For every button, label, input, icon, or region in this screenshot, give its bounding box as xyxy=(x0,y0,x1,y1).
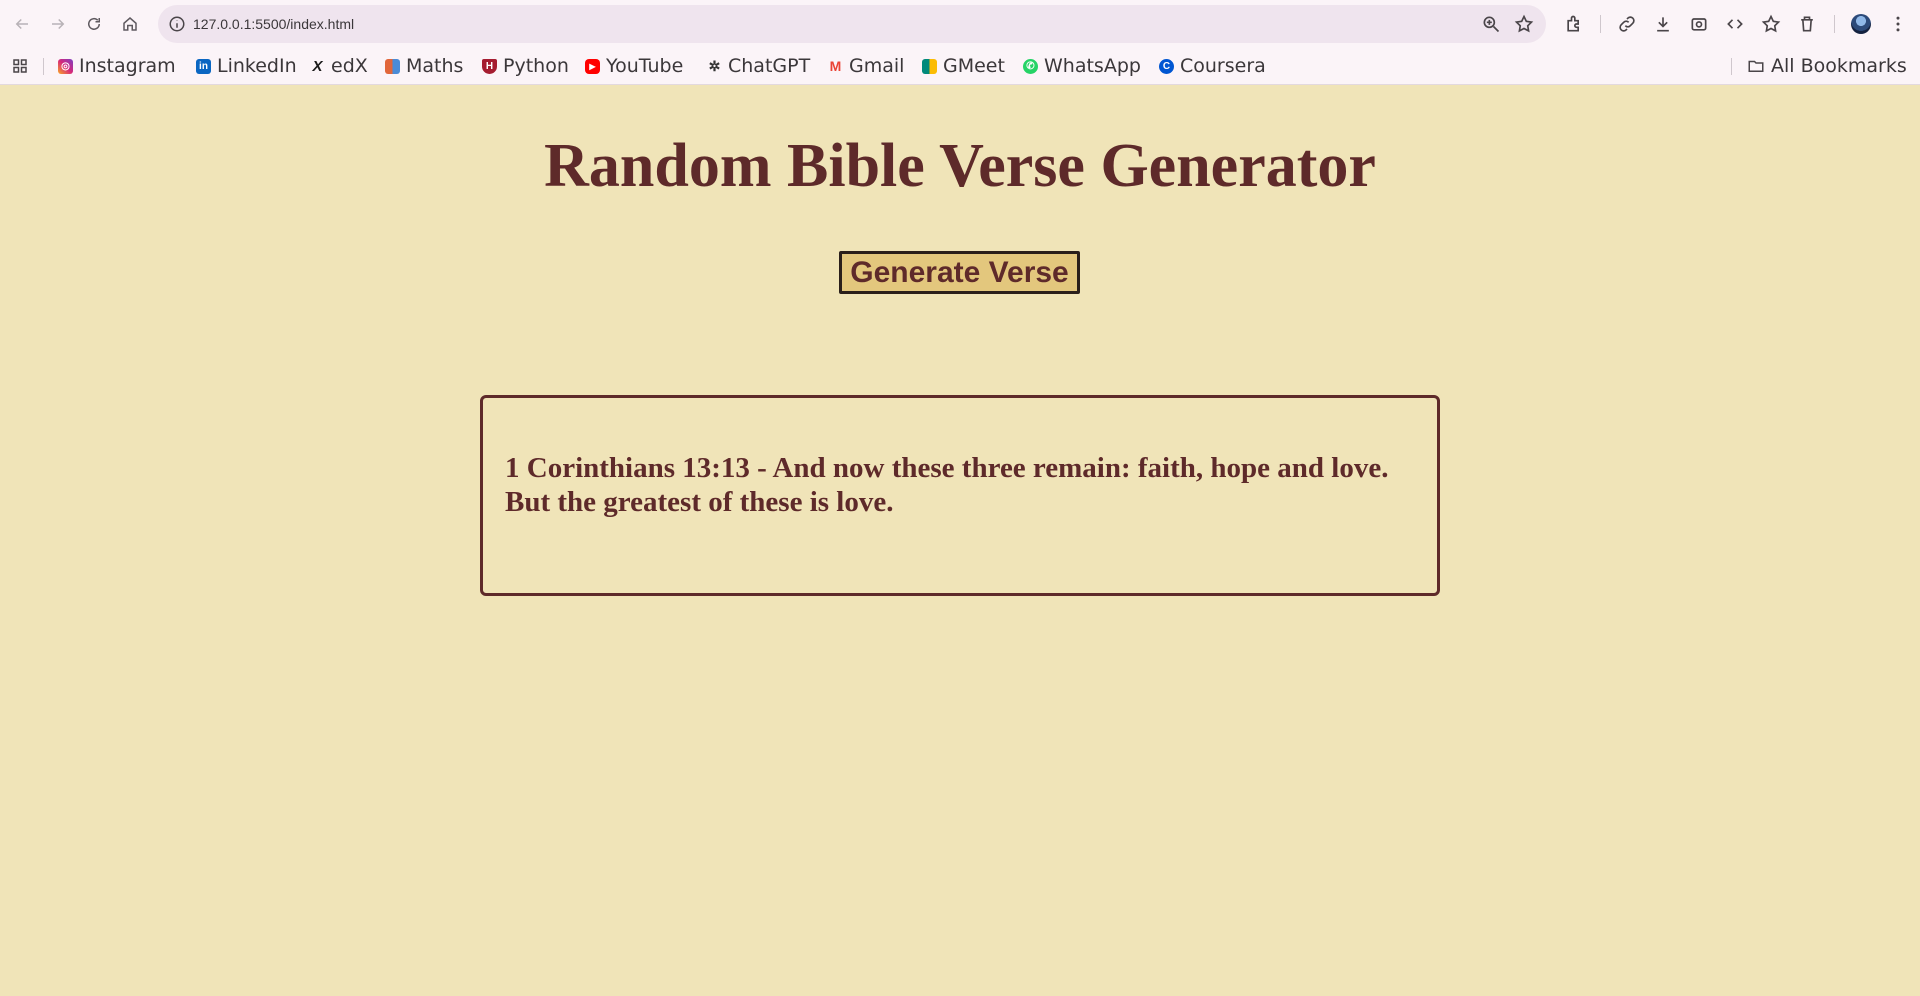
url-text[interactable]: 127.0.0.1:5500/index.html xyxy=(193,5,354,43)
bookmark-instagram[interactable]: ◎ Instagram xyxy=(58,48,176,84)
bookmark-coursera[interactable]: C Coursera xyxy=(1159,48,1266,84)
bookmark-youtube[interactable]: ▶ YouTube xyxy=(585,48,683,84)
bookmark-label: GMeet xyxy=(943,55,1005,77)
linkedin-icon: in xyxy=(196,58,211,74)
arrow-right-icon xyxy=(52,18,65,30)
home-icon xyxy=(123,17,137,31)
folder-icon xyxy=(1748,60,1764,72)
bookmark-label: LinkedIn xyxy=(217,55,297,77)
profile-avatar[interactable] xyxy=(1851,14,1871,34)
apps-grid-icon[interactable] xyxy=(11,57,29,75)
gmail-icon: M xyxy=(829,58,842,74)
bookmark-label: edX xyxy=(331,55,368,77)
bookmark-linkedin[interactable]: in LinkedIn xyxy=(196,48,297,84)
forward-button[interactable] xyxy=(40,6,76,42)
bookmark-edx[interactable]: X edX xyxy=(310,48,368,84)
bookmark-label: ChatGPT xyxy=(728,55,811,77)
screenshot-icon[interactable] xyxy=(1689,14,1709,34)
whatsapp-icon: ✆ xyxy=(1023,58,1038,74)
menu-icon[interactable] xyxy=(1888,14,1908,34)
bookmark-label: WhatsApp xyxy=(1044,55,1141,77)
extensions-icon[interactable] xyxy=(1564,14,1584,34)
generate-verse-button[interactable]: Generate Verse xyxy=(839,251,1080,294)
reload-button[interactable] xyxy=(76,6,112,42)
bookmark-label: YouTube xyxy=(606,55,684,77)
bookmark-gmail[interactable]: M Gmail xyxy=(828,48,905,84)
youtube-icon: ▶ xyxy=(585,58,600,74)
bookmark-python[interactable]: H Python xyxy=(482,48,569,84)
bookmark-label: Coursera xyxy=(1180,55,1266,77)
bookmark-label: Instagram xyxy=(79,55,176,77)
gmeet-icon xyxy=(922,58,937,74)
bookmark-star-icon[interactable] xyxy=(1514,14,1534,34)
all-bookmarks-label: All Bookmarks xyxy=(1771,55,1907,77)
page-content: Random Bible Verse Generator Generate Ve… xyxy=(0,86,1920,996)
bookmarks-bar: ◎ Instagram in LinkedIn X edX Maths H Py… xyxy=(0,48,1920,85)
maths-icon xyxy=(385,58,400,74)
code-icon[interactable] xyxy=(1725,14,1745,34)
coursera-icon: C xyxy=(1159,58,1174,74)
edx-icon: X xyxy=(312,57,323,75)
arrow-left-icon xyxy=(15,18,28,30)
trash-icon[interactable] xyxy=(1797,14,1817,34)
home-button[interactable] xyxy=(112,6,148,42)
instagram-icon: ◎ xyxy=(58,58,73,74)
chatgpt-icon: ✲ xyxy=(708,57,721,74)
link-icon[interactable] xyxy=(1617,14,1637,34)
favorites-icon[interactable] xyxy=(1761,14,1781,34)
site-info-icon[interactable] xyxy=(168,15,186,33)
bookmark-whatsapp[interactable]: ✆ WhatsApp xyxy=(1023,48,1141,84)
reload-icon xyxy=(88,17,100,30)
browser-toolbar: 127.0.0.1:5500/index.html xyxy=(0,0,1920,48)
zoom-icon[interactable] xyxy=(1481,14,1501,34)
bookmark-gmeet[interactable]: GMeet xyxy=(922,48,1005,84)
verse-text: 1 Corinthians 13:13 - And now these thre… xyxy=(505,452,1389,518)
download-icon[interactable] xyxy=(1653,14,1673,34)
address-bar[interactable]: 127.0.0.1:5500/index.html xyxy=(158,5,1546,43)
python-icon: H xyxy=(482,58,497,74)
bookmark-chatgpt[interactable]: ✲ ChatGPT xyxy=(707,48,811,84)
verse-box: 1 Corinthians 13:13 - And now these thre… xyxy=(480,395,1440,596)
bookmark-label: Python xyxy=(503,55,569,77)
back-button[interactable] xyxy=(4,6,40,42)
bookmark-label: Maths xyxy=(406,55,464,77)
bookmark-maths[interactable]: Maths xyxy=(385,48,463,84)
bookmark-label: Gmail xyxy=(849,55,905,77)
page-title: Random Bible Verse Generator xyxy=(544,132,1376,200)
all-bookmarks-button[interactable]: All Bookmarks xyxy=(1747,48,1907,84)
